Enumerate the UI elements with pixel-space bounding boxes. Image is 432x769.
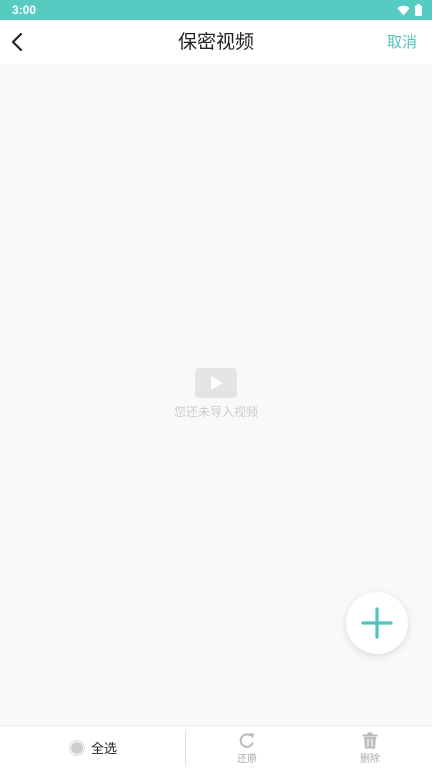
status-icons [397,4,422,16]
delete-button[interactable]: 删除 [350,732,390,765]
restore-label: 还原 [237,754,257,765]
delete-label: 删除 [360,754,380,765]
wifi-icon [397,5,410,15]
status-time: 3:00 [12,3,37,17]
bottom-bar-divider [185,731,186,765]
battery-icon [415,4,422,16]
video-play-icon [195,368,237,398]
cancel-button[interactable]: 取消 [387,20,417,64]
select-all-label: 全选 [91,742,118,757]
restore-button[interactable]: 还原 [227,732,267,765]
trash-icon [362,732,378,749]
select-all-toggle[interactable]: 全选 [69,726,117,769]
empty-state: 您还未导入视频 [0,368,432,420]
add-video-button[interactable] [346,592,408,654]
status-bar: 3:00 [0,0,432,20]
bottom-action-bar: 全选 还原 删除 [0,725,432,769]
select-all-radio-icon[interactable] [69,739,85,756]
plus-icon [361,607,393,639]
page-title: 保密视频 [177,31,254,53]
empty-message: 您还未导入视频 [173,405,258,419]
refresh-icon [239,733,254,748]
top-app-bar: 保密视频 取消 [0,20,432,64]
